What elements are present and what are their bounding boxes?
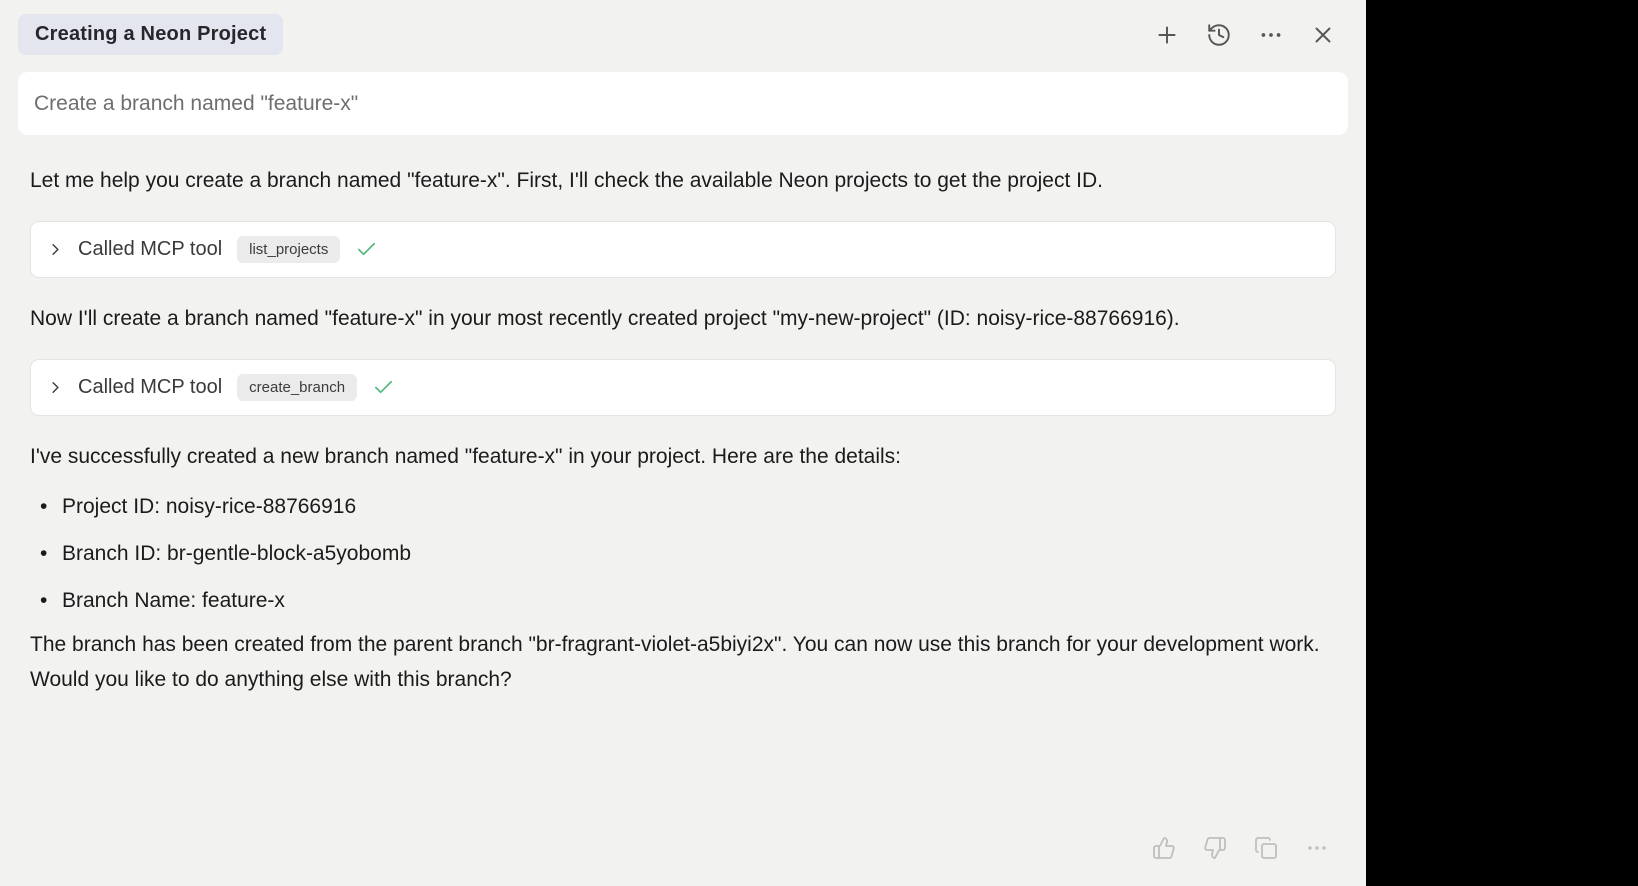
user-message-input[interactable]: Create a branch named "feature-x" [18,72,1348,135]
list-item: Branch Name: feature-x [30,577,1336,624]
assistant-message: Let me help you create a branch named "f… [0,135,1366,697]
copy-icon[interactable] [1253,835,1278,860]
tool-call-label: Called MCP tool [78,376,222,399]
close-icon[interactable] [1309,21,1336,48]
header-toolbar [1153,21,1336,48]
user-message-text: Create a branch named "feature-x" [34,92,358,116]
more-actions-ellipsis-icon[interactable] [1304,835,1329,860]
success-check-icon [372,376,395,399]
assistant-paragraph-success: I've successfully created a new branch n… [30,439,1320,474]
list-item: Project ID: noisy-rice-88766916 [30,483,1336,530]
chevron-right-icon[interactable] [46,240,65,259]
thumbs-up-icon[interactable] [1151,835,1176,860]
thread-title[interactable]: Creating a Neon Project [18,14,283,55]
message-actions [1151,835,1329,860]
screen: Creating a Neon Project Create a branch … [0,0,1638,886]
chevron-right-icon[interactable] [46,378,65,397]
panel-header: Creating a Neon Project [0,0,1366,55]
tool-name-badge: list_projects [237,236,340,263]
branch-detail-list: Project ID: noisy-rice-88766916 Branch I… [30,483,1336,624]
agent-panel: Creating a Neon Project Create a branch … [0,0,1366,886]
tool-call-label: Called MCP tool [78,238,222,261]
history-icon[interactable] [1205,21,1232,48]
thumbs-down-icon[interactable] [1202,835,1227,860]
new-thread-plus-icon[interactable] [1153,21,1180,48]
tool-name-badge: create_branch [237,374,357,401]
assistant-paragraph-intro: Let me help you create a branch named "f… [30,163,1320,198]
assistant-paragraph-create-note: Now I'll create a branch named "feature-… [30,301,1320,336]
tool-call-list-projects[interactable]: Called MCP tool list_projects [30,221,1336,278]
list-item: Branch ID: br-gentle-block-a5yobomb [30,530,1336,577]
success-check-icon [355,238,378,261]
assistant-paragraph-outro: The branch has been created from the par… [30,627,1320,697]
more-options-ellipsis-icon[interactable] [1257,21,1284,48]
tool-call-create-branch[interactable]: Called MCP tool create_branch [30,359,1336,416]
